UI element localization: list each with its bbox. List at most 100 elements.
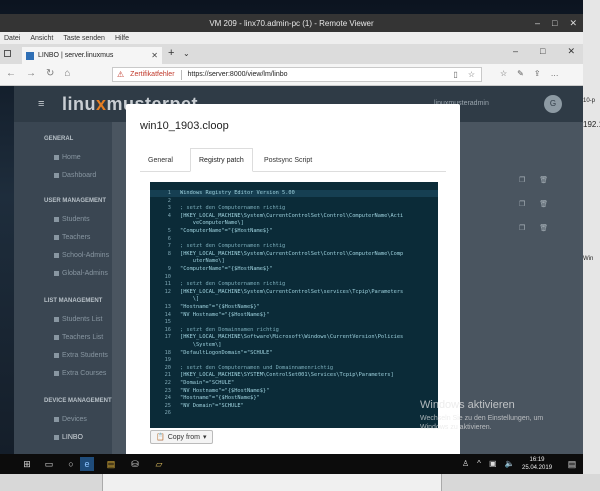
sidebar-item-linbo[interactable]: LINBO <box>54 434 83 441</box>
task-view-icon[interactable]: ▭ <box>42 457 56 471</box>
line-number: 20 <box>164 364 171 371</box>
home-icon[interactable]: ⌂ <box>64 68 70 79</box>
registry-editor[interactable]: 1 Windows Registry Editor Version 5.00 2 3;… <box>150 182 438 428</box>
row-actions-2: ❐ 🗑 <box>519 200 548 208</box>
delete-icon[interactable]: 🗑 <box>539 176 548 184</box>
avatar[interactable]: G <box>544 95 562 113</box>
back-icon[interactable]: ← <box>6 68 16 79</box>
favorites-icon[interactable]: ☆ <box>500 69 507 78</box>
cert-warning[interactable]: Zertifikatfehler <box>130 71 174 78</box>
section-user-management: USER MANAGEMENT <box>44 198 107 204</box>
notifications-icon[interactable]: ▤ <box>565 457 579 471</box>
copy-from-button[interactable]: 📋 Copy from ▾ <box>150 430 213 444</box>
activation-watermark-title: Windows aktivieren <box>420 399 515 411</box>
share-icon[interactable]: ⇪ <box>534 69 541 78</box>
line-number: 10 <box>164 273 171 280</box>
edge-icon[interactable]: e <box>80 457 94 471</box>
dashboard-icon <box>54 173 59 178</box>
linbo-icon <box>54 435 59 440</box>
close-icon[interactable]: ✕ <box>569 18 577 29</box>
modal-title: win10_1903.cloop <box>140 120 229 132</box>
menu-hilfe[interactable]: Hilfe <box>115 35 129 42</box>
clipboard-icon: 📋 <box>156 434 165 441</box>
line-text: "NV Hostname"="{$HostName$}" <box>180 387 270 394</box>
sidebar-item-home[interactable]: Home <box>54 154 81 161</box>
browser-minimize-icon[interactable]: – <box>513 46 518 57</box>
notes-icon[interactable]: ✎ <box>517 69 524 78</box>
row-actions-1: ❐ 🗑 <box>519 176 548 184</box>
menu-ansicht[interactable]: Ansicht <box>30 35 53 42</box>
sidebar-item-teachers-list[interactable]: Teachers List <box>54 334 103 341</box>
browser-maximize-icon[interactable]: □ <box>540 46 545 57</box>
reading-view-icon[interactable]: ▯ <box>453 70 457 79</box>
line-text: ; setzt den Domainnamen richtig <box>180 326 279 333</box>
menu-taste-senden[interactable]: Taste senden <box>63 35 105 42</box>
sidebar-item-teachers[interactable]: Teachers <box>54 234 90 241</box>
browser-tabbar: LINBO | server.linuxmus ✕ + ⌄ – □ ✕ <box>0 44 583 64</box>
row-actions-3: ❐ 🗑 <box>519 224 548 232</box>
line-text: ; setzt den Computernamen richtig <box>180 243 286 250</box>
refresh-icon[interactable]: ↻ <box>46 68 54 79</box>
line-number: 3 <box>167 205 171 212</box>
chevron-up-icon[interactable]: ^ <box>477 459 481 468</box>
sidebar-item-students[interactable]: Students <box>54 216 90 223</box>
sidebar-item-school-admins[interactable]: School-Admins <box>54 252 109 259</box>
line-number: 19 <box>164 357 171 364</box>
network-icon[interactable]: ▣ <box>489 459 497 468</box>
volume-icon[interactable]: 🔈 <box>505 459 515 468</box>
line-text: Windows Registry Editor Version 5.00 <box>180 190 295 196</box>
tab-postsync-script[interactable]: Postsync Script <box>256 148 320 172</box>
copy-icon[interactable]: ❐ <box>519 176 525 184</box>
new-tab-icon[interactable]: + <box>168 47 174 59</box>
forward-icon[interactable]: → <box>26 68 36 79</box>
network-app-icon[interactable]: ⛁ <box>128 457 142 471</box>
cortana-icon[interactable]: ○ <box>64 457 78 471</box>
app-icon[interactable]: ▱ <box>152 457 166 471</box>
start-icon[interactable]: ⊞ <box>20 457 34 471</box>
line-number: 5 <box>167 228 171 234</box>
sidebar-item-devices[interactable]: Devices <box>54 416 87 423</box>
more-icon[interactable]: … <box>551 69 559 78</box>
menu-datei[interactable]: Datei <box>4 35 20 42</box>
line-text: "DefaultLogonDomain"="SCHULE" <box>180 349 273 356</box>
maximize-icon[interactable]: □ <box>552 18 557 28</box>
tab-preview-icon[interactable] <box>4 50 11 57</box>
tab-general[interactable]: General <box>140 148 181 172</box>
delete-icon[interactable]: 🗑 <box>539 200 548 208</box>
chevron-down-icon[interactable]: ⌄ <box>183 49 190 58</box>
browser-close-icon[interactable]: ✕ <box>567 46 575 57</box>
line-number: 23 <box>164 387 171 394</box>
sidebar-item-students-list[interactable]: Students List <box>54 316 102 323</box>
image-settings-modal: win10_1903.cloop General Registry patch … <box>126 104 460 456</box>
clock-time: 16:19 <box>529 457 545 463</box>
people-icon[interactable]: ♙ <box>462 459 469 468</box>
line-number: 24 <box>164 395 171 402</box>
sidebar-item-global-admins[interactable]: Global-Admins <box>54 270 108 277</box>
tab-registry-patch[interactable]: Registry patch <box>190 148 253 172</box>
outer-text-2: 192.1 <box>583 120 600 129</box>
favorite-star-icon[interactable]: ☆ <box>468 70 475 79</box>
extra-courses-icon <box>54 371 59 376</box>
url-field[interactable]: ⚠ Zertifikatfehler https://server:8000/v… <box>112 67 482 82</box>
url-text[interactable]: https://server:8000/view/lm/linbo <box>188 71 288 78</box>
copy-icon[interactable]: ❐ <box>519 224 525 232</box>
global-admins-icon <box>54 271 59 276</box>
line-number: 26 <box>164 410 171 417</box>
sidebar-item-dashboard[interactable]: Dashboard <box>54 172 96 179</box>
clock[interactable]: 16:19 25.04.2019 <box>522 456 552 472</box>
explorer-icon[interactable]: ▤ <box>104 457 118 471</box>
sidebar-item-extra-courses[interactable]: Extra Courses <box>54 370 106 377</box>
delete-icon[interactable]: 🗑 <box>539 224 548 232</box>
browser-tab[interactable]: LINBO | server.linuxmus ✕ <box>22 47 162 64</box>
copy-icon[interactable]: ❐ <box>519 200 525 208</box>
sidebar-item-extra-students[interactable]: Extra Students <box>54 352 108 359</box>
minimize-icon[interactable]: – <box>535 18 540 28</box>
warning-icon: ⚠ <box>117 70 125 79</box>
hamburger-icon[interactable]: ≡ <box>38 98 44 110</box>
line-text: \] <box>180 296 200 303</box>
home-nav-icon <box>54 155 59 160</box>
tab-close-icon[interactable]: ✕ <box>151 51 158 60</box>
sidebar: GENERAL Home Dashboard USER MANAGEMENT S… <box>14 122 112 454</box>
line-text: [HKEY_LOCAL_MACHINE\SYSTEM\ControlSet001… <box>180 372 394 379</box>
taskbar: ⊞ ▭ ○ e ▤ ⛁ ▱ ♙ ^ ▣ 🔈 16:19 25.04.2019 ▤ <box>0 454 583 474</box>
